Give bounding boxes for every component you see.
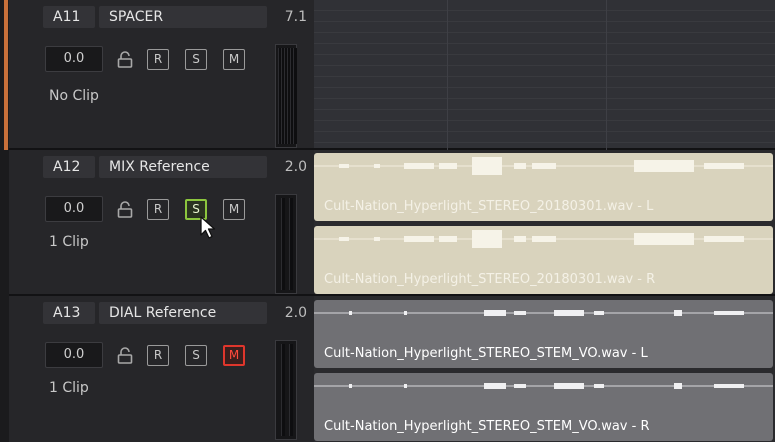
- track-lane-a11[interactable]: [314, 0, 775, 150]
- audio-clip[interactable]: Cult-Nation_Hyperlight_STEREO_STEM_VO.wa…: [314, 373, 773, 441]
- level-meter: [275, 340, 297, 440]
- volume-field[interactable]: 0.0: [45, 46, 103, 72]
- clip-label: Cult-Nation_Hyperlight_STEREO_STEM_VO.wa…: [324, 346, 648, 361]
- clip-count: 1 Clip: [49, 380, 89, 396]
- track-name-row: A12 MIX Reference 2.0: [9, 150, 314, 183]
- track-header-column: A11 SPACER 7.1 0.0 R S M No Clip A12 MIX…: [9, 0, 314, 442]
- mute-button[interactable]: M: [223, 345, 245, 366]
- waveform: [314, 310, 773, 316]
- timeline[interactable]: Cult-Nation_Hyperlight_STEREO_20180301.w…: [314, 0, 775, 442]
- clip-count: 1 Clip: [49, 234, 89, 250]
- audio-clip[interactable]: Cult-Nation_Hyperlight_STEREO_20180301.w…: [314, 226, 773, 294]
- track-name-row: A11 SPACER 7.1: [9, 0, 314, 33]
- track-lane-a13[interactable]: Cult-Nation_Hyperlight_STEREO_STEM_VO.wa…: [314, 296, 775, 442]
- track-name-field[interactable]: DIAL Reference: [99, 302, 267, 324]
- track-header-a13[interactable]: A13 DIAL Reference 2.0 0.0 R S M 1 Clip: [9, 296, 314, 442]
- waveform: [314, 230, 773, 248]
- clip-label: Cult-Nation_Hyperlight_STEREO_20180301.w…: [324, 272, 656, 287]
- track-name-row: A13 DIAL Reference 2.0: [9, 296, 314, 329]
- solo-button[interactable]: S: [185, 49, 207, 70]
- volume-field[interactable]: 0.0: [45, 196, 103, 222]
- level-meter: [275, 44, 297, 148]
- fairlight-track-view: A11 SPACER 7.1 0.0 R S M No Clip A12 MIX…: [0, 0, 775, 442]
- audio-clip[interactable]: Cult-Nation_Hyperlight_STEREO_STEM_VO.wa…: [314, 300, 773, 368]
- channel-format: 2.0: [284, 305, 307, 321]
- mute-button[interactable]: M: [223, 49, 245, 70]
- track-id: A12: [43, 156, 95, 178]
- clip-label: Cult-Nation_Hyperlight_STEREO_20180301.w…: [324, 199, 654, 214]
- clip-label: Cult-Nation_Hyperlight_STEREO_STEM_VO.wa…: [324, 419, 650, 434]
- mute-button[interactable]: M: [223, 199, 245, 220]
- audio-clip[interactable]: Cult-Nation_Hyperlight_STEREO_20180301.w…: [314, 153, 773, 221]
- record-arm-button[interactable]: R: [147, 49, 169, 70]
- volume-field[interactable]: 0.0: [45, 342, 103, 368]
- record-arm-button[interactable]: R: [147, 345, 169, 366]
- track-lane-a12[interactable]: Cult-Nation_Hyperlight_STEREO_20180301.w…: [314, 150, 775, 296]
- lock-icon[interactable]: [115, 200, 135, 220]
- mouse-pointer-icon: [200, 216, 216, 239]
- track-name-field[interactable]: SPACER: [99, 6, 267, 28]
- track-header-a12[interactable]: A12 MIX Reference 2.0 0.0 R S M 1 Clip: [9, 150, 314, 296]
- channel-format: 7.1: [284, 9, 307, 25]
- track-header-a11[interactable]: A11 SPACER 7.1 0.0 R S M No Clip: [9, 0, 314, 150]
- solo-button[interactable]: S: [185, 345, 207, 366]
- track-color-strip: [4, 0, 8, 150]
- waveform: [314, 383, 773, 389]
- lock-icon[interactable]: [115, 50, 135, 70]
- clip-count: No Clip: [49, 88, 99, 104]
- level-meter: [275, 194, 297, 294]
- channel-format: 2.0: [284, 159, 307, 175]
- waveform: [314, 157, 773, 175]
- window-edge: [0, 0, 9, 442]
- track-id: A11: [43, 6, 95, 28]
- record-arm-button[interactable]: R: [147, 199, 169, 220]
- lock-icon[interactable]: [115, 346, 135, 366]
- track-id: A13: [43, 302, 95, 324]
- track-name-field[interactable]: MIX Reference: [99, 156, 267, 178]
